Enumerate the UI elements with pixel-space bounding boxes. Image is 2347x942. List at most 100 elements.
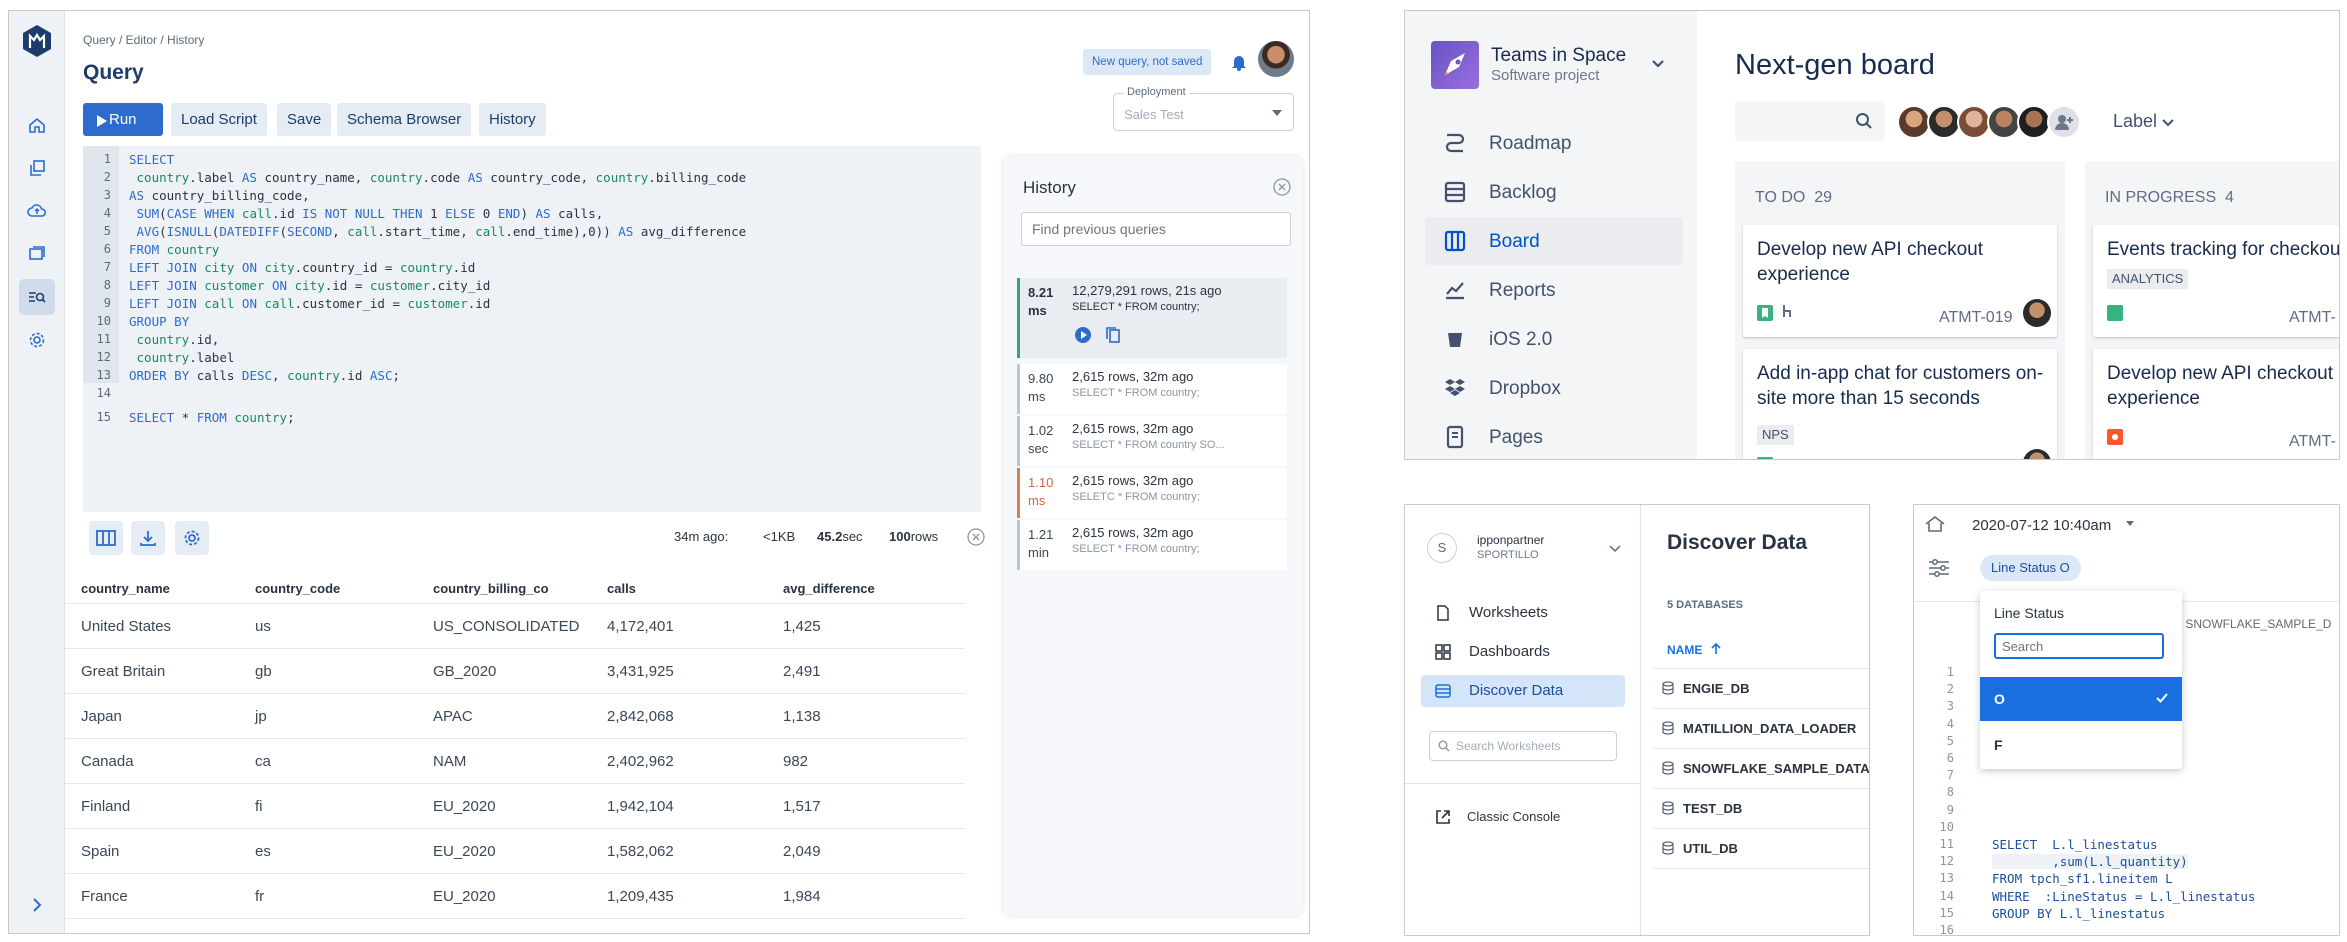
chevron-down-icon[interactable]	[1609, 545, 1621, 553]
left-rail	[9, 11, 65, 933]
sidebar-item-backlog[interactable]: Backlog	[1425, 168, 1683, 216]
issue-card[interactable]: Develop new API checkout experience ATMT…	[2093, 349, 2339, 459]
load-script-button[interactable]: Load Script	[171, 103, 267, 136]
table-row[interactable]: Finland fi EU_2020 1,942,104 1,517	[65, 784, 965, 829]
check-icon	[2156, 693, 2168, 703]
column-header[interactable]: avg_difference	[783, 581, 875, 596]
bug-icon	[2107, 429, 2123, 445]
filter-chip[interactable]: Line Status O	[1980, 555, 2081, 581]
issue-card[interactable]: Add in-app chat for customers on-site mo…	[1743, 349, 2057, 459]
history-item[interactable]: 1.10 ms 2,615 rows, 32m ago SELETC * FROM …	[1017, 468, 1287, 518]
issue-card[interactable]: Develop new API checkout experience ATMT…	[1743, 225, 2057, 337]
gear-icon[interactable]	[19, 322, 55, 358]
database-name: TEST_DB	[1683, 801, 1743, 816]
line-number: 3	[103, 188, 111, 202]
copy-icon[interactable]	[1104, 326, 1122, 344]
bell-icon[interactable]	[1231, 53, 1247, 71]
label-filter[interactable]: Label	[2113, 111, 2174, 132]
column-header[interactable]: country_code	[255, 581, 340, 596]
classic-console-link[interactable]: Classic Console	[1467, 809, 1560, 824]
table-row[interactable]: Canada ca NAM 2,402,962 982	[65, 739, 965, 784]
settings-icon[interactable]	[175, 521, 209, 555]
play-circle-icon[interactable]	[1074, 326, 1092, 344]
avatar[interactable]	[1258, 41, 1294, 77]
issue-key: ATMT-020	[1939, 453, 2013, 459]
search-icon	[1438, 740, 1450, 752]
schema-browser-button[interactable]: Schema Browser	[337, 103, 472, 136]
option-f[interactable]: F	[1980, 723, 2182, 767]
column-header[interactable]: country_billing_co	[433, 581, 549, 596]
history-item[interactable]: 1.21 min 2,615 rows, 32m ago SELECT * FROM…	[1017, 520, 1287, 570]
avatar[interactable]	[1957, 105, 1991, 139]
sidebar-item-pages[interactable]: Pages	[1425, 413, 1683, 459]
home-icon[interactable]	[19, 107, 55, 143]
search-worksheets-input[interactable]: Search Worksheets	[1429, 731, 1617, 761]
avatar[interactable]	[1987, 105, 2021, 139]
dropdown-search-input[interactable]	[1994, 633, 2164, 659]
add-person-icon[interactable]	[2047, 105, 2081, 139]
column-header[interactable]: calls	[607, 581, 636, 596]
history-search-input[interactable]	[1021, 212, 1291, 246]
copy-icon[interactable]	[19, 150, 55, 186]
table-row[interactable]: Great Britain gb GB_2020 3,431,925 2,491	[65, 649, 965, 694]
label-tag: NPS	[1757, 425, 1794, 445]
code-editor[interactable]: 1 SELECT 2 country.label AS country_name, …	[83, 146, 981, 512]
option-o[interactable]: O	[1980, 677, 2182, 721]
chevron-down-icon[interactable]	[1651, 59, 1665, 69]
project-name[interactable]: Teams in Space	[1491, 45, 1626, 67]
close-icon[interactable]	[1273, 178, 1291, 196]
sidebar-item-reports[interactable]: Reports	[1425, 266, 1683, 314]
deployment-select[interactable]: Deployment Sales Test	[1113, 86, 1294, 131]
ios-2-0-icon	[1443, 327, 1467, 351]
worksheet-timestamp[interactable]: 2020-07-12 10:40am	[1972, 517, 2111, 534]
sidebar-item-ios-2-0[interactable]: iOS 2.0	[1425, 315, 1683, 363]
avatar[interactable]	[2017, 105, 2051, 139]
sidebar-item-worksheets[interactable]: Worksheets	[1421, 597, 1625, 629]
avatar[interactable]	[1897, 105, 1931, 139]
sidebar-item-roadmap[interactable]: Roadmap	[1425, 119, 1683, 167]
table-row[interactable]: Spain es EU_2020 1,582,062 2,049	[65, 829, 965, 874]
account-avatar[interactable]: S	[1427, 533, 1457, 563]
sidebar-item-label: Discover Data	[1469, 682, 1564, 699]
table-row[interactable]: France fr EU_2020 1,209,435 1,984	[65, 874, 965, 919]
name-column-header[interactable]: NAME	[1653, 629, 1869, 669]
database-row[interactable]: UTIL_DB	[1653, 829, 1869, 869]
cloud-upload-icon[interactable]	[19, 193, 55, 229]
line-number: 11	[1939, 837, 1954, 851]
layers-icon[interactable]	[19, 236, 55, 272]
query-icon[interactable]	[19, 279, 55, 315]
database-row[interactable]: MATILLION_DATA_LOADER	[1653, 709, 1869, 749]
history-item[interactable]: 9.80 ms 2,615 rows, 32m ago SELECT * FROM …	[1017, 364, 1287, 414]
close-results-icon[interactable]	[967, 528, 985, 546]
sidebar-item-dashboards[interactable]: Dashboards	[1421, 636, 1625, 668]
history-item[interactable]: 8.21 ms 12,279,291 rows, 21s ago SELECT * …	[1017, 278, 1287, 358]
sidebar-item-dropbox[interactable]: Dropbox	[1425, 364, 1683, 412]
table-row[interactable]: Japan jp APAC 2,842,068 1,138	[65, 694, 965, 739]
columns-icon[interactable]	[89, 521, 123, 555]
database-row[interactable]: SNOWFLAKE_SAMPLE_DATA	[1653, 749, 1869, 789]
database-icon	[1661, 681, 1675, 695]
deployment-label: Deployment	[1124, 86, 1189, 98]
sidebar-item-discover-data[interactable]: Discover Data	[1421, 675, 1625, 707]
history-button[interactable]: History	[479, 103, 546, 136]
save-button[interactable]: Save	[277, 103, 332, 136]
issue-card[interactable]: Events tracking for checkout ANALYTICS A…	[2093, 225, 2340, 337]
home-icon[interactable]	[1924, 515, 1946, 533]
table-row[interactable]: United States us US_CONSOLIDATED 4,172,401 1…	[65, 604, 965, 649]
results-rows: 100rows	[889, 529, 938, 544]
database-row[interactable]: ENGIE_DB	[1653, 669, 1869, 709]
card-title: Events tracking for checkout	[2107, 239, 2340, 260]
run-button[interactable]: Run	[83, 103, 163, 136]
sidebar-item-board[interactable]: Board	[1425, 217, 1683, 265]
label-tag: ANALYTICS	[2107, 269, 2189, 289]
history-time: 9.80 ms	[1028, 371, 1054, 404]
history-item[interactable]: 1.02 sec 2,615 rows, 32m ago SELECT * FROM…	[1017, 416, 1287, 466]
avatar[interactable]	[1927, 105, 1961, 139]
expand-chevron-icon[interactable]	[19, 887, 55, 923]
column-header[interactable]: country_name	[81, 581, 170, 596]
column-name: TO DO	[1755, 189, 1806, 206]
filter-sliders-icon[interactable]	[1928, 559, 1950, 577]
download-icon[interactable]	[131, 521, 165, 555]
board-search-input[interactable]	[1735, 101, 1885, 141]
database-row[interactable]: TEST_DB	[1653, 789, 1869, 829]
